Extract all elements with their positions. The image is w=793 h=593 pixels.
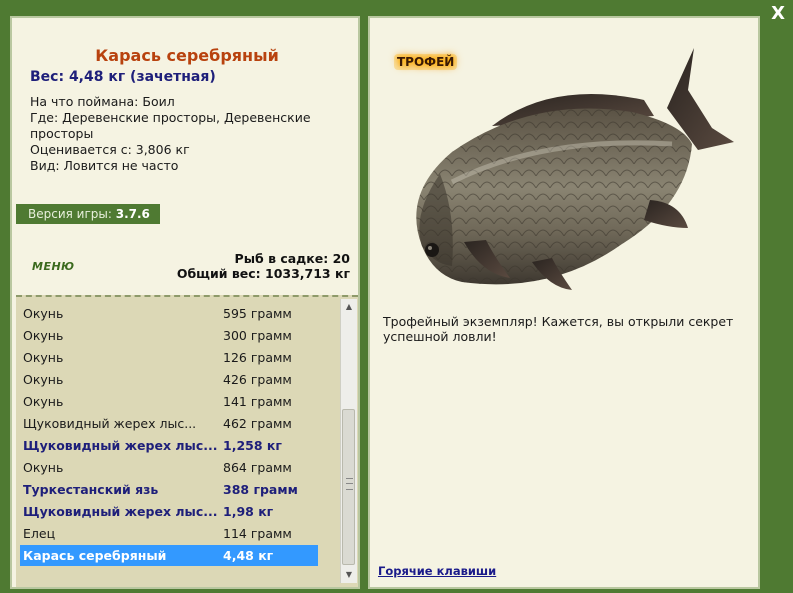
- catch-item-weight: 4,48 кг: [223, 548, 274, 563]
- fish-title: Карась серебряный: [95, 46, 279, 65]
- catch-item-name: Окунь: [23, 372, 64, 387]
- scroll-thumb[interactable]: [342, 409, 355, 565]
- catch-list[interactable]: Окунь 595 грамм Окунь 300 грамм Окунь 126 гра…: [16, 295, 358, 587]
- keep-net-summary: Рыб в садке: 20 Общий вес: 1033,713 кг: [177, 251, 350, 281]
- version-bar: Версия игры: 3.7.6: [16, 204, 160, 224]
- catch-list-item[interactable]: Окунь 126 грамм: [20, 347, 318, 368]
- catch-list-item[interactable]: Окунь 426 грамм: [20, 369, 318, 390]
- catch-item-name: Окунь: [23, 350, 64, 365]
- catch-item-weight: 462 грамм: [223, 416, 292, 431]
- catch-item-weight: 141 грамм: [223, 394, 292, 409]
- catch-item-name: Окунь: [23, 306, 64, 321]
- catch-item-name: Окунь: [23, 394, 64, 409]
- catch-item-weight: 388 грамм: [223, 482, 298, 497]
- place-info: Где: Деревенские просторы, Деревенские п…: [30, 110, 311, 141]
- catch-item-name: Щуковидный жерех лыс...: [23, 416, 197, 431]
- catch-item-name: Карась серебряный: [23, 548, 167, 563]
- fish-detail-panel: ТРОФЕЙ Трофейный экземпляр! Кажется, вы …: [368, 16, 760, 589]
- grip-icon: [346, 478, 353, 490]
- catch-item-weight: 426 грамм: [223, 372, 292, 387]
- close-button[interactable]: X: [771, 3, 785, 25]
- catch-list-item[interactable]: Туркестанский язь 388 грамм: [20, 479, 318, 500]
- catch-list-item[interactable]: Елец 114 грамм: [20, 523, 318, 544]
- catch-item-weight: 1,258 кг: [223, 438, 282, 453]
- catch-item-weight: 114 грамм: [223, 526, 292, 541]
- trophy-description: Трофейный экземпляр! Кажется, вы открыли…: [383, 314, 734, 344]
- catch-item-weight: 595 грамм: [223, 306, 292, 321]
- catch-item-name: Окунь: [23, 460, 64, 475]
- version-value: 3.7.6: [115, 207, 150, 221]
- catch-item-name: Щуковидный жерех лыс...: [23, 504, 218, 519]
- fish-info-panel: Карась серебряный Вес: 4,48 кг (зачетная…: [10, 16, 360, 589]
- catch-item-name: Окунь: [23, 328, 64, 343]
- list-scrollbar[interactable]: ▲ ▼: [340, 299, 357, 583]
- total-weight: Общий вес: 1033,713 кг: [176, 266, 350, 281]
- kind-info: Вид: Ловится не часто: [30, 158, 179, 173]
- catch-list-item[interactable]: Окунь 595 грамм: [20, 303, 318, 324]
- menu-button[interactable]: МЕНЮ: [32, 260, 75, 273]
- scroll-up-icon[interactable]: ▲: [341, 299, 357, 315]
- catch-list-item[interactable]: Карась серебряный 4,48 кг: [20, 545, 318, 566]
- fish-count: Рыб в садке: 20: [234, 251, 350, 266]
- catch-item-weight: 126 грамм: [223, 350, 292, 365]
- fish-image: [416, 48, 734, 290]
- catch-list-item[interactable]: Окунь 300 грамм: [20, 325, 318, 346]
- fish-weight: Вес: 4,48 кг (зачетная): [30, 69, 216, 85]
- trophy-badge: ТРОФЕЙ: [394, 54, 458, 70]
- catch-item-name: Щуковидный жерех лыс...: [23, 438, 218, 453]
- catch-list-item[interactable]: Окунь 864 грамм: [20, 457, 318, 478]
- catch-list-item[interactable]: Щуковидный жерех лыс... 462 грамм: [20, 413, 318, 434]
- catch-item-name: Елец: [23, 526, 56, 541]
- bait-info: На что поймана: Боил: [30, 94, 175, 109]
- catch-item-name: Туркестанский язь: [23, 482, 159, 497]
- catch-list-item[interactable]: Окунь 141 грамм: [20, 391, 318, 412]
- scroll-down-icon[interactable]: ▼: [341, 567, 357, 583]
- version-label: Версия игры:: [28, 207, 112, 221]
- catch-list-item[interactable]: Щуковидный жерех лыс... 1,98 кг: [20, 501, 318, 522]
- hotkeys-link[interactable]: Горячие клавиши: [378, 564, 496, 578]
- catch-item-weight: 864 грамм: [223, 460, 292, 475]
- catch-item-weight: 300 грамм: [223, 328, 292, 343]
- price-info: Оценивается с: 3,806 кг: [30, 142, 190, 157]
- catch-list-item[interactable]: Щуковидный жерех лыс... 1,258 кг: [20, 435, 318, 456]
- catch-item-weight: 1,98 кг: [223, 504, 274, 519]
